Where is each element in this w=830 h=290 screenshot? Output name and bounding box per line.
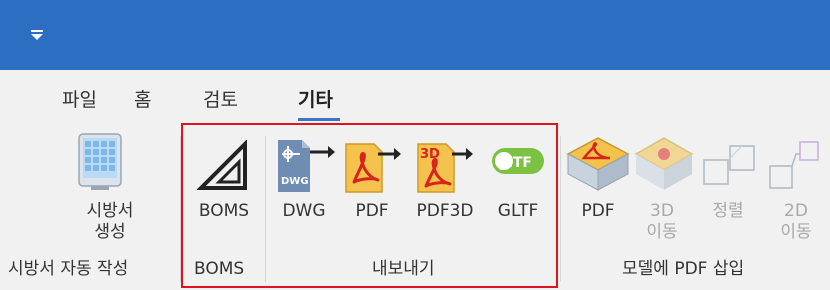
highlight-box xyxy=(181,123,558,288)
insert-pdf-button[interactable] xyxy=(566,132,630,242)
spec-generate-label-line1: 시방서 xyxy=(86,201,134,221)
move-2d-label-line2: 이동 xyxy=(780,222,812,242)
group-label-insert-pdf: 모델에 PDF 삽입 xyxy=(622,259,745,279)
tab-review[interactable]: 검토 xyxy=(203,86,238,114)
align-icon xyxy=(703,145,755,185)
align-button[interactable] xyxy=(698,132,758,242)
dropdown-arrow-icon[interactable] xyxy=(30,30,44,42)
align-label: 정렬 xyxy=(712,201,744,221)
tab-home[interactable]: 홈 xyxy=(134,86,151,114)
group-separator xyxy=(560,136,561,282)
active-tab-indicator xyxy=(298,118,340,121)
spec-generate-label-line2: 생성 xyxy=(94,222,126,242)
move-2d-label-line1: 2D xyxy=(784,201,808,221)
title-bar xyxy=(0,0,830,70)
spec-document-icon xyxy=(78,133,122,190)
tab-other[interactable]: 기타 xyxy=(298,86,333,114)
tab-file[interactable]: 파일 xyxy=(62,86,97,114)
move-3d-label-line2: 이동 xyxy=(646,222,678,242)
move-3d-label-line1: 3D xyxy=(650,201,674,221)
pdf-insert-icon xyxy=(566,137,630,191)
group-label-spec: 시방서 자동 작성 xyxy=(8,259,129,279)
move-3d-icon xyxy=(634,137,694,190)
move-2d-icon xyxy=(769,141,819,189)
insert-pdf-label: PDF xyxy=(581,201,615,221)
